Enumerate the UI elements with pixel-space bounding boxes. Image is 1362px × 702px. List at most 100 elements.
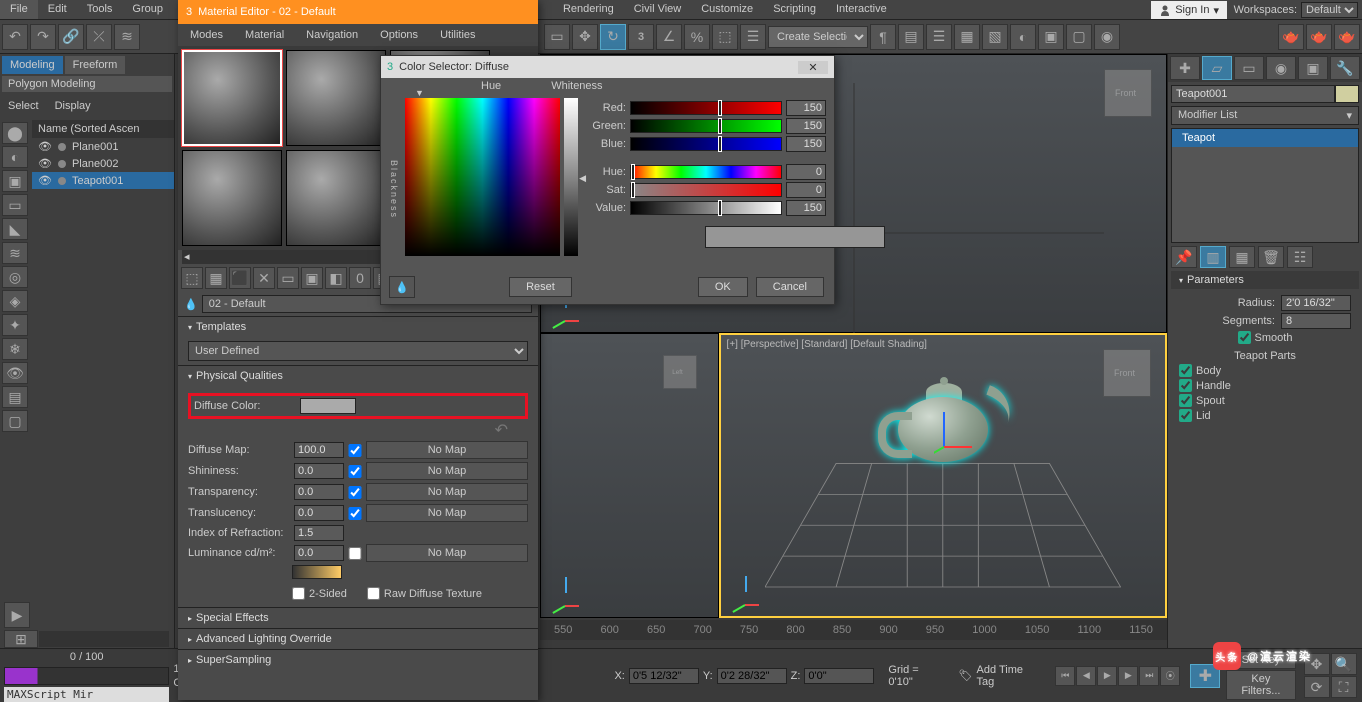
menu-civil-view[interactable]: Civil View: [624, 0, 691, 19]
radius-spinner[interactable]: [1281, 295, 1351, 311]
time-ruler[interactable]: 5506006507007508008509009501000105011001…: [540, 620, 1167, 640]
material-editor-titlebar[interactable]: 3 Material Editor - 02 - Default: [178, 0, 538, 24]
shininess-spinner[interactable]: [294, 463, 344, 479]
play-button[interactable]: ▶: [4, 602, 30, 628]
viewport-layout-button[interactable]: ⊞: [4, 630, 38, 648]
translucency-map-button[interactable]: No Map: [366, 504, 528, 522]
shininess-map-button[interactable]: No Map: [366, 462, 528, 480]
menu-tools[interactable]: Tools: [77, 0, 123, 19]
transparency-spinner[interactable]: [294, 484, 344, 500]
scene-group-icon[interactable]: ◎: [2, 266, 28, 288]
scene-light-icon[interactable]: ◐: [2, 146, 28, 168]
scene-container-icon[interactable]: ✦: [2, 314, 28, 336]
put-library-icon[interactable]: ◧: [325, 267, 347, 289]
menu-scripting[interactable]: Scripting: [763, 0, 826, 19]
curve-editor-button[interactable]: ▦: [954, 24, 980, 50]
stack-item-teapot[interactable]: Teapot: [1172, 129, 1358, 147]
snap-angle-button[interactable]: ∠: [656, 24, 682, 50]
ok-button[interactable]: OK: [698, 277, 748, 297]
parameters-rollout-header[interactable]: Parameters: [1171, 271, 1359, 289]
scene-hidden-icon[interactable]: 👁: [2, 362, 28, 384]
unlink-button[interactable]: ⤫: [86, 24, 112, 50]
reset-material-icon[interactable]: ✕: [253, 267, 275, 289]
pin-stack-icon[interactable]: 📌: [1171, 246, 1197, 268]
green-slider[interactable]: [630, 119, 782, 133]
menu-interactive[interactable]: Interactive: [826, 0, 897, 19]
teapot-icon-1[interactable]: 🫖: [1278, 24, 1304, 50]
workspaces-dropdown[interactable]: Default: [1301, 2, 1358, 18]
transparency-map-button[interactable]: No Map: [366, 483, 528, 501]
scene-item-plane001[interactable]: 👁Plane001: [32, 138, 174, 155]
redo-button[interactable]: ↷: [30, 24, 56, 50]
move-gizmo-icon[interactable]: [934, 407, 974, 457]
whiteness-bar[interactable]: [564, 98, 578, 256]
color-selector-titlebar[interactable]: 3 Color Selector: Diffuse ✕: [381, 56, 834, 78]
configure-icon[interactable]: ☷: [1287, 246, 1313, 268]
templates-rollout-header[interactable]: Templates: [178, 317, 538, 337]
scene-warp-icon[interactable]: ≋: [2, 242, 28, 264]
eyedropper-icon[interactable]: 💧: [184, 298, 198, 311]
hierarchy-tab-icon[interactable]: ▭: [1234, 56, 1264, 80]
menu-file[interactable]: File: [0, 0, 38, 19]
scene-cam-icon[interactable]: ▣: [2, 170, 28, 192]
workspaces-selector[interactable]: Workspaces: Default: [1234, 2, 1358, 18]
scene-bone-icon[interactable]: ◈: [2, 290, 28, 312]
selection-set-dropdown[interactable]: Create Selection Se: [768, 26, 868, 48]
put-to-scene-icon[interactable]: ▦: [205, 267, 227, 289]
make-copy-icon[interactable]: ▭: [277, 267, 299, 289]
y-coord-input[interactable]: [717, 668, 787, 684]
trackbar[interactable]: [4, 667, 169, 685]
diffuse-map-spinner[interactable]: [294, 442, 344, 458]
viewcube-tr[interactable]: Front: [1104, 69, 1152, 117]
viewport-perspective[interactable]: [+] [Perspective] [Standard] [Default Sh…: [719, 333, 1167, 618]
templates-dropdown[interactable]: User Defined: [188, 341, 528, 361]
scene-item-plane002[interactable]: 👁Plane002: [32, 155, 174, 172]
viewport-bottom-left[interactable]: Left: [540, 333, 719, 618]
play-anim-button[interactable]: ▶: [1097, 666, 1117, 686]
modifier-list-dropdown[interactable]: Modifier List▾: [1171, 106, 1359, 125]
nav-orbit-icon[interactable]: ⟳: [1304, 676, 1330, 698]
align-button[interactable]: ▤: [898, 24, 924, 50]
cancel-button[interactable]: Cancel: [756, 277, 824, 297]
body-checkbox[interactable]: [1179, 364, 1192, 377]
nav-zoom-icon[interactable]: 🔍: [1331, 653, 1357, 675]
scene-item-teapot001[interactable]: 👁Teapot001: [32, 172, 174, 189]
assign-material-icon[interactable]: ⬛: [229, 267, 251, 289]
nav-max-icon[interactable]: ⛶: [1331, 676, 1357, 698]
transparency-checkbox[interactable]: [348, 486, 362, 499]
color-preview-swatch[interactable]: [705, 226, 885, 248]
show-end-result-icon[interactable]: ▥: [1200, 246, 1226, 268]
named-sel-button[interactable]: ☰: [740, 24, 766, 50]
scene-shape-icon[interactable]: ◣: [2, 218, 28, 240]
value-slider[interactable]: [630, 201, 782, 215]
viewcube-bl[interactable]: Left: [663, 355, 697, 389]
x-coord-input[interactable]: [629, 668, 699, 684]
get-material-icon[interactable]: ⬚: [181, 267, 203, 289]
scene-helper-icon[interactable]: ▭: [2, 194, 28, 216]
translucency-checkbox[interactable]: [348, 507, 362, 520]
display-tab-icon[interactable]: ▣: [1298, 56, 1328, 80]
red-spinner[interactable]: [786, 100, 826, 116]
blue-spinner[interactable]: [786, 136, 826, 152]
ribbon-modeling-tab[interactable]: Modeling: [2, 56, 63, 74]
link-button[interactable]: 🔗: [58, 24, 84, 50]
teapot-icon-3[interactable]: 🫖: [1334, 24, 1360, 50]
luminance-map-button[interactable]: No Map: [366, 544, 528, 562]
select-tab[interactable]: Select: [4, 98, 43, 114]
create-tab-icon[interactable]: ✚: [1170, 56, 1200, 80]
menu-group[interactable]: Group: [122, 0, 173, 19]
material-slot-1[interactable]: [182, 50, 282, 146]
next-frame-button[interactable]: ▶: [1118, 666, 1138, 686]
utilities-tab-icon[interactable]: 🔧: [1330, 56, 1360, 80]
spout-checkbox[interactable]: [1179, 394, 1192, 407]
scene-frozen-icon[interactable]: ❄: [2, 338, 28, 360]
modify-tab-icon[interactable]: ▱: [1202, 56, 1232, 80]
key-mode-button[interactable]: ⦿: [1160, 666, 1180, 686]
scene-list-icon[interactable]: ▤: [2, 386, 28, 408]
menu-rendering[interactable]: Rendering: [553, 0, 624, 19]
reset-button[interactable]: Reset: [509, 277, 572, 297]
modifier-stack[interactable]: Teapot: [1171, 128, 1359, 243]
scene-empty-icon[interactable]: ▢: [2, 410, 28, 432]
shininess-checkbox[interactable]: [348, 465, 362, 478]
mat-id-icon[interactable]: 0: [349, 267, 371, 289]
